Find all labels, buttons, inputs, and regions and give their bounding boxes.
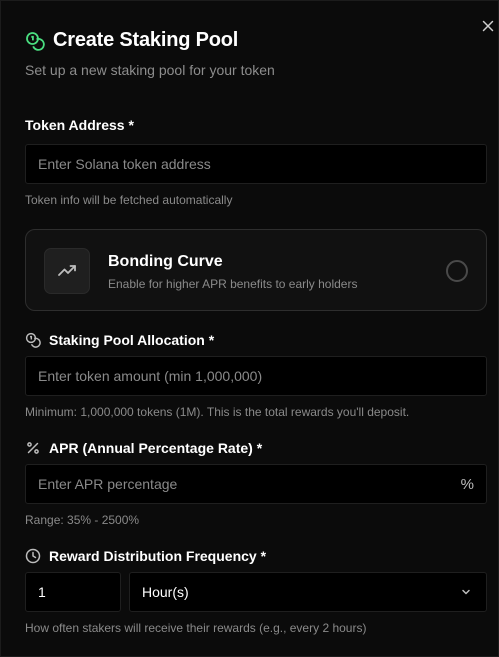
frequency-label: Reward Distribution Frequency * [25,548,266,564]
percent-suffix: % [460,475,474,493]
bonding-curve-radio[interactable] [446,260,468,282]
coins-icon [25,31,45,51]
frequency-hint: How often stakers will receive their rew… [25,621,367,635]
close-icon[interactable] [479,17,497,35]
allocation-input[interactable]: Enter token amount (min 1,000,000) [25,356,487,396]
bonding-curve-title: Bonding Curve [108,253,223,270]
allocation-label: Staking Pool Allocation * [25,332,214,348]
chevron-down-icon [460,573,472,611]
trending-up-icon [44,248,90,294]
token-address-label: Token Address * [25,117,134,133]
bonding-curve-card[interactable]: Bonding Curve Enable for higher APR bene… [25,229,487,311]
bonding-curve-description: Enable for higher APR benefits to early … [108,277,358,291]
apr-input[interactable]: Enter APR percentage % [25,464,487,504]
allocation-hint: Minimum: 1,000,000 tokens (1M). This is … [25,405,410,419]
percent-icon [25,440,41,456]
apr-label: APR (Annual Percentage Rate) * [25,440,262,456]
clock-icon [25,548,41,564]
token-address-hint: Token info will be fetched automatically [25,193,233,207]
apr-hint: Range: 35% - 2500% [25,513,140,527]
create-staking-pool-modal: Create Staking Pool Set up a new staking… [0,0,499,657]
frequency-unit-select[interactable]: Hour(s) [129,572,487,612]
coins-icon [25,332,41,348]
token-address-input[interactable]: Enter Solana token address [25,144,487,184]
page-title: Create Staking Pool [53,29,239,51]
modal-header: Create Staking Pool [25,29,238,52]
page-subtitle: Set up a new staking pool for your token [25,62,275,78]
frequency-value-input[interactable]: 1 [25,572,121,612]
